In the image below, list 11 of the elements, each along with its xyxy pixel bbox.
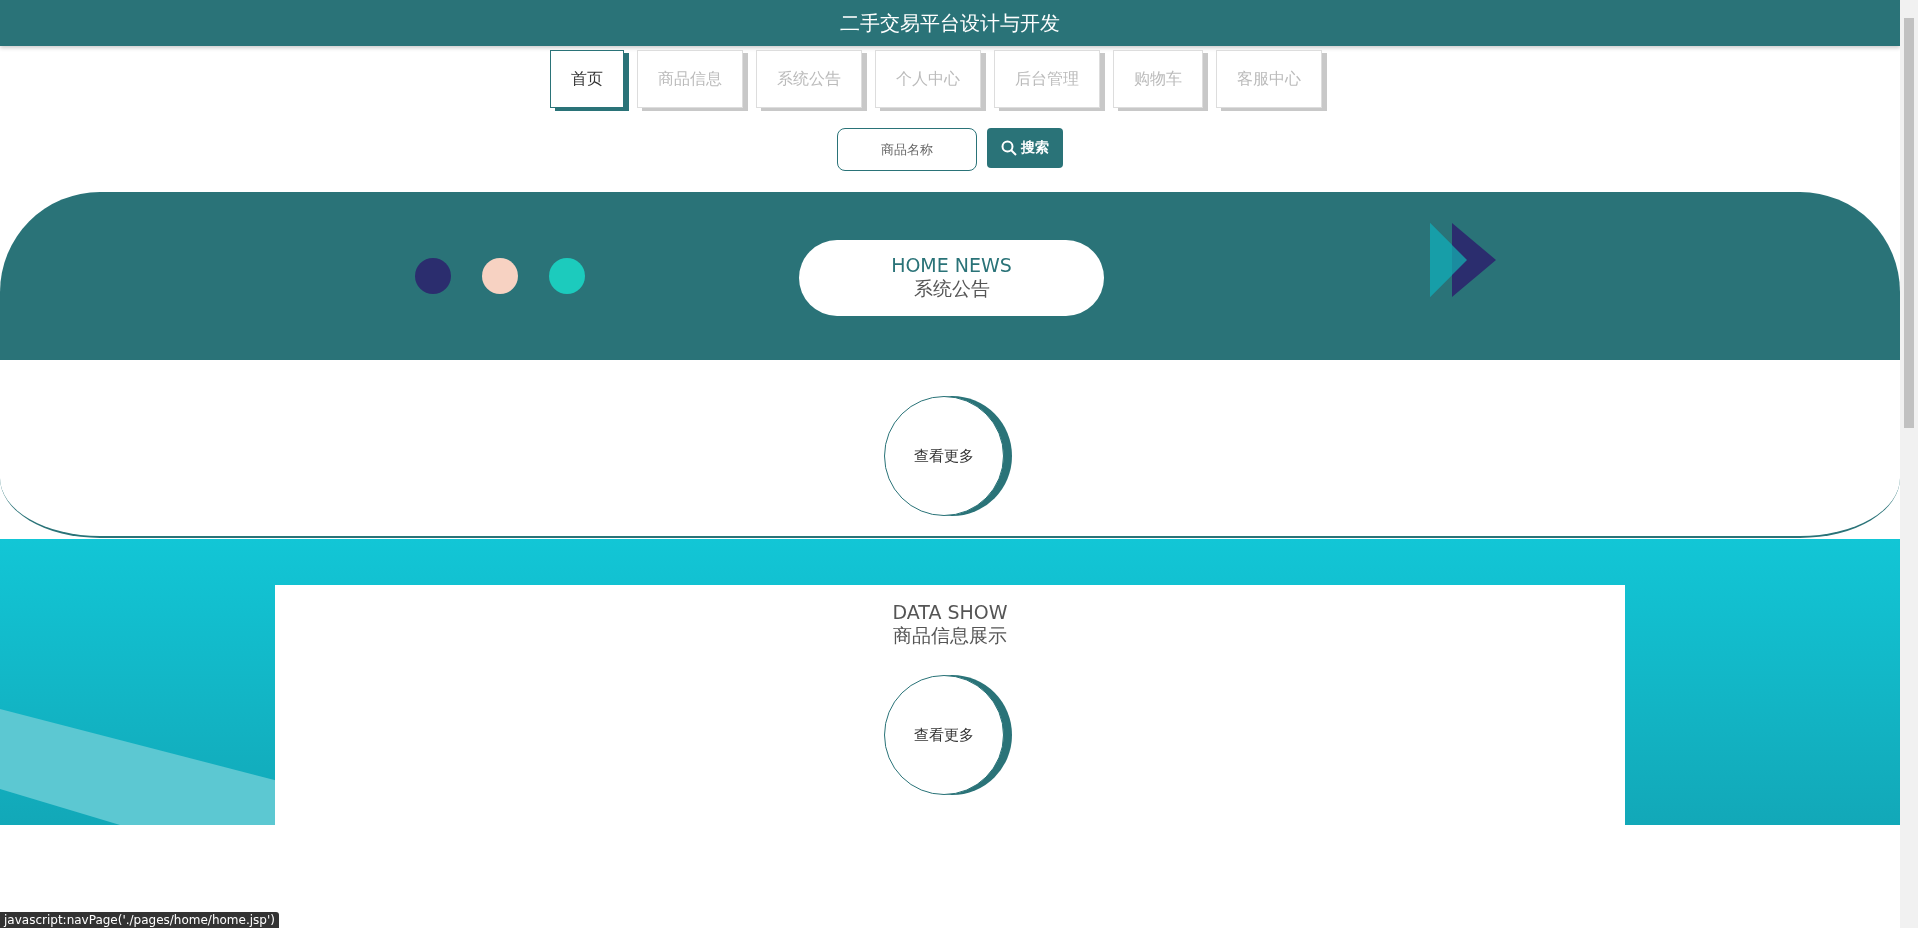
search-icon — [1001, 140, 1017, 156]
section-title-en: DATA SHOW — [892, 601, 1008, 623]
section-title: 系统公告 — [913, 276, 990, 301]
section-title: 商品信息展示 — [893, 623, 1007, 648]
search-field[interactable]: 商品名称 — [837, 128, 977, 171]
section-title-en: HOME NEWS — [891, 254, 1012, 276]
scrollbar[interactable] — [1900, 0, 1918, 928]
status-bar-url: javascript:navPage('./pages/home/home.jsp') — [0, 912, 279, 928]
site-title: 二手交易平台设计与开发 — [840, 9, 1060, 37]
double-arrow-icon — [1430, 223, 1496, 297]
search-button[interactable]: 搜索 — [987, 128, 1063, 168]
